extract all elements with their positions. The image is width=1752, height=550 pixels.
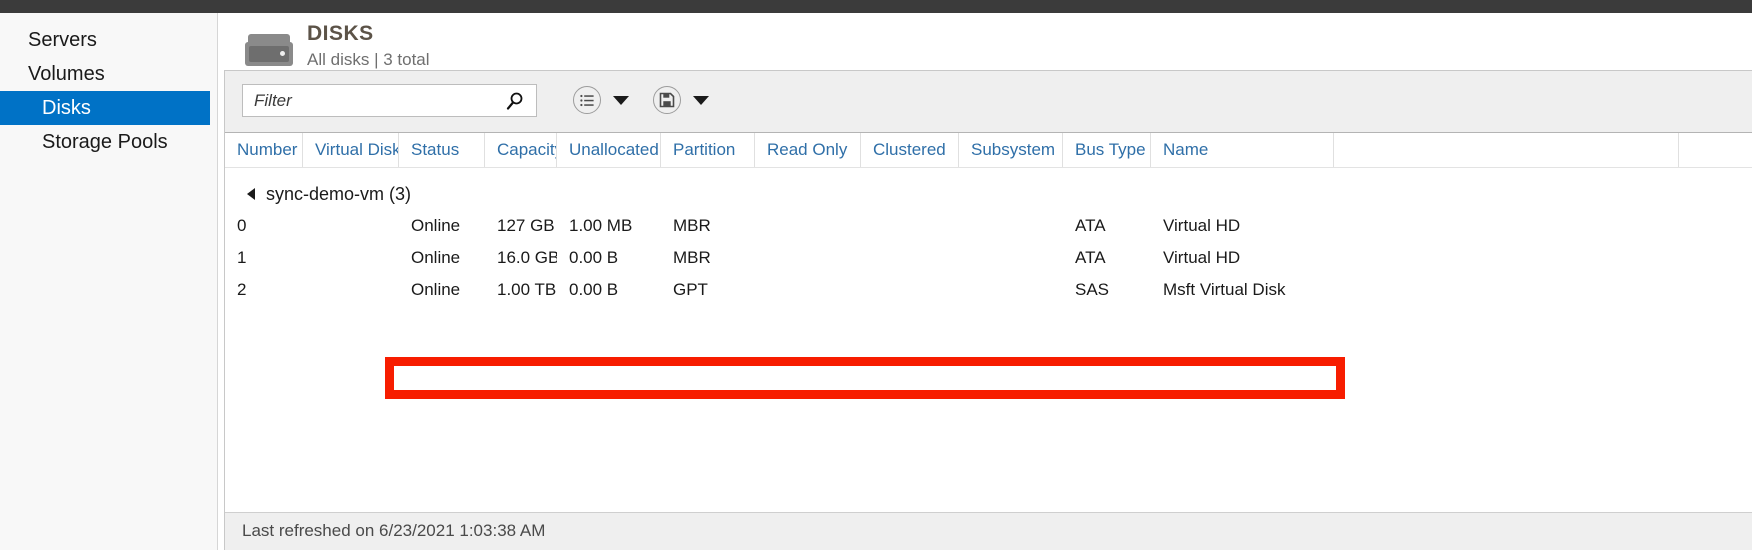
cell-status: Online [411,280,461,299]
disks-panel: Number Virtual Disk Status Capacity Unal… [224,70,1752,550]
column-header-bus-type[interactable]: Bus Type [1063,133,1151,167]
page-title: DISKS [307,22,374,45]
cell-name: Msft Virtual Disk [1163,280,1286,299]
column-header-partition[interactable]: Partition [661,133,755,167]
cell-unallocated: 1.00 MB [569,216,633,235]
view-options-group [573,86,630,114]
column-header-clustered[interactable]: Clustered [861,133,959,167]
list-view-icon [579,94,594,106]
storage-management-window: Servers Volumes Disks Storage Pools DISK… [0,0,1752,550]
table-row[interactable]: 1 Online 16.0 GB 0.00 B MBR ATA Virtual … [225,242,1752,274]
last-refreshed-text: Last refreshed on 6/23/2021 1:03:38 AM [242,521,546,540]
cell-status: Online [411,248,461,267]
cell-bus-type: ATA [1075,248,1106,267]
cell-unallocated: 0.00 B [569,248,619,267]
cell-capacity: 16.0 GB [497,248,557,267]
page-subtitle: All disks | 3 total [307,50,430,69]
column-header-read-only[interactable]: Read Only [755,133,861,167]
sidebar-item-label: Storage Pools [42,131,168,153]
filter-input[interactable] [243,85,495,116]
cell-number: 1 [237,248,247,267]
window-chrome-strip [0,0,1752,13]
disks-grid: Number Virtual Disk Status Capacity Unal… [225,133,1752,550]
cell-number: 2 [237,280,247,299]
cell-capacity: 127 GB [497,216,555,235]
sidebar-item-servers[interactable]: Servers [0,23,217,57]
disk-drive-icon [245,34,293,68]
column-header-filler [1334,133,1679,167]
highlight-annotation-box [385,357,1345,399]
grid-header-row: Number Virtual Disk Status Capacity Unal… [225,133,1752,168]
cell-partition: GPT [673,280,708,299]
grid-footer: Last refreshed on 6/23/2021 1:03:38 AM [225,512,1752,550]
cell-partition: MBR [673,248,711,267]
cell-capacity: 1.00 TB [497,280,557,299]
group-row-label: sync-demo-vm (3) [266,183,412,204]
search-button[interactable] [494,85,536,116]
list-view-dropdown-button[interactable] [612,91,630,109]
save-view-dropdown-button[interactable] [692,91,710,109]
column-header-number[interactable]: Number [225,133,303,167]
column-header-unallocated[interactable]: Unallocated [557,133,661,167]
content-pane: DISKS All disks | 3 total Filter Number … [219,13,1752,550]
cell-name: Virtual HD [1163,216,1241,235]
table-row[interactable]: 0 Online 127 GB 1.00 MB MBR ATA Virtual … [225,210,1752,242]
column-header-name[interactable]: Name [1151,133,1334,167]
cell-name: Virtual HD [1163,248,1241,267]
cell-number: 0 [237,216,247,235]
filter-box [242,84,537,117]
list-view-button[interactable] [573,86,601,114]
save-options-group [653,86,710,114]
sidebar-item-disks[interactable]: Disks [0,91,210,125]
column-header-virtual-disk[interactable]: Virtual Disk [303,133,399,167]
column-header-capacity[interactable]: Capacity [485,133,557,167]
group-row-sync-demo-vm[interactable]: sync-demo-vm (3) [225,178,1752,210]
page-header: DISKS All disks | 3 total [245,21,430,72]
cell-partition: MBR [673,216,711,235]
column-header-status[interactable]: Status [399,133,485,167]
chevron-down-icon [613,95,629,105]
save-view-button[interactable] [653,86,681,114]
sidebar-item-label: Volumes [28,63,105,85]
cell-bus-type: ATA [1075,216,1106,235]
cell-status: Online [411,216,461,235]
grid-toolbar [225,71,1752,133]
sidebar-item-storage-pools[interactable]: Storage Pools [0,125,217,159]
table-row[interactable]: 2 Online 1.00 TB 0.00 B GPT SAS Msft Vir… [225,274,1752,306]
sidebar-item-label: Disks [42,97,91,119]
save-floppy-icon [659,92,675,108]
chevron-down-icon [693,95,709,105]
sidebar-item-label: Servers [28,29,97,51]
cell-bus-type: SAS [1075,280,1110,299]
cell-unallocated: 0.00 B [569,280,619,299]
search-icon [506,92,523,110]
collapse-triangle-icon [247,188,255,200]
column-header-subsystem[interactable]: Subsystem [959,133,1063,167]
navigation-pane: Servers Volumes Disks Storage Pools [0,13,218,550]
sidebar-item-volumes[interactable]: Volumes [0,57,217,91]
